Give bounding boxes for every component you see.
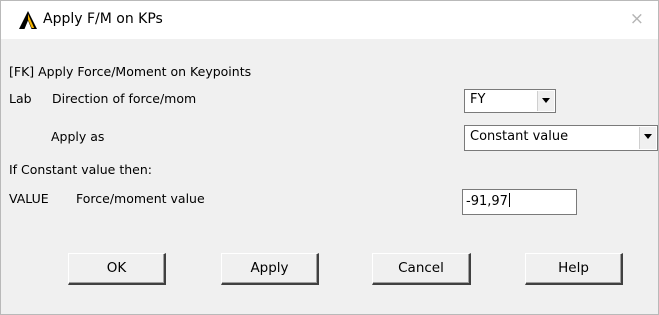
force-value-label: Force/moment value: [76, 191, 205, 206]
lab-key-label: Lab: [9, 91, 32, 106]
apply-button[interactable]: Apply: [221, 253, 319, 285]
chevron-down-icon[interactable]: [639, 127, 656, 149]
force-value-text: -91,97: [466, 193, 510, 209]
apply-fm-dialog: Apply F/M on KPs × [FK] Apply Force/Mome…: [0, 0, 659, 315]
direction-dropdown[interactable]: FY: [464, 89, 556, 113]
ansys-logo-icon: [19, 11, 37, 29]
apply-as-dropdown[interactable]: Constant value: [464, 125, 658, 151]
title-bar: Apply F/M on KPs ×: [1, 1, 658, 39]
if-constant-label: If Constant value then:: [9, 162, 152, 177]
direction-label: Direction of force/mom: [52, 91, 197, 106]
value-key-label: VALUE: [9, 191, 49, 206]
command-header: [FK] Apply Force/Moment on Keypoints: [9, 64, 252, 79]
cancel-button[interactable]: Cancel: [372, 253, 471, 285]
close-icon[interactable]: ×: [630, 9, 644, 29]
apply-as-value: Constant value: [470, 129, 569, 144]
help-button[interactable]: Help: [525, 253, 623, 285]
window-title: Apply F/M on KPs: [43, 11, 163, 27]
ok-button[interactable]: OK: [68, 253, 166, 285]
force-value-input[interactable]: -91,97: [462, 189, 577, 215]
direction-value: FY: [470, 92, 486, 107]
chevron-down-icon[interactable]: [537, 91, 554, 111]
apply-as-label: Apply as: [51, 129, 105, 144]
